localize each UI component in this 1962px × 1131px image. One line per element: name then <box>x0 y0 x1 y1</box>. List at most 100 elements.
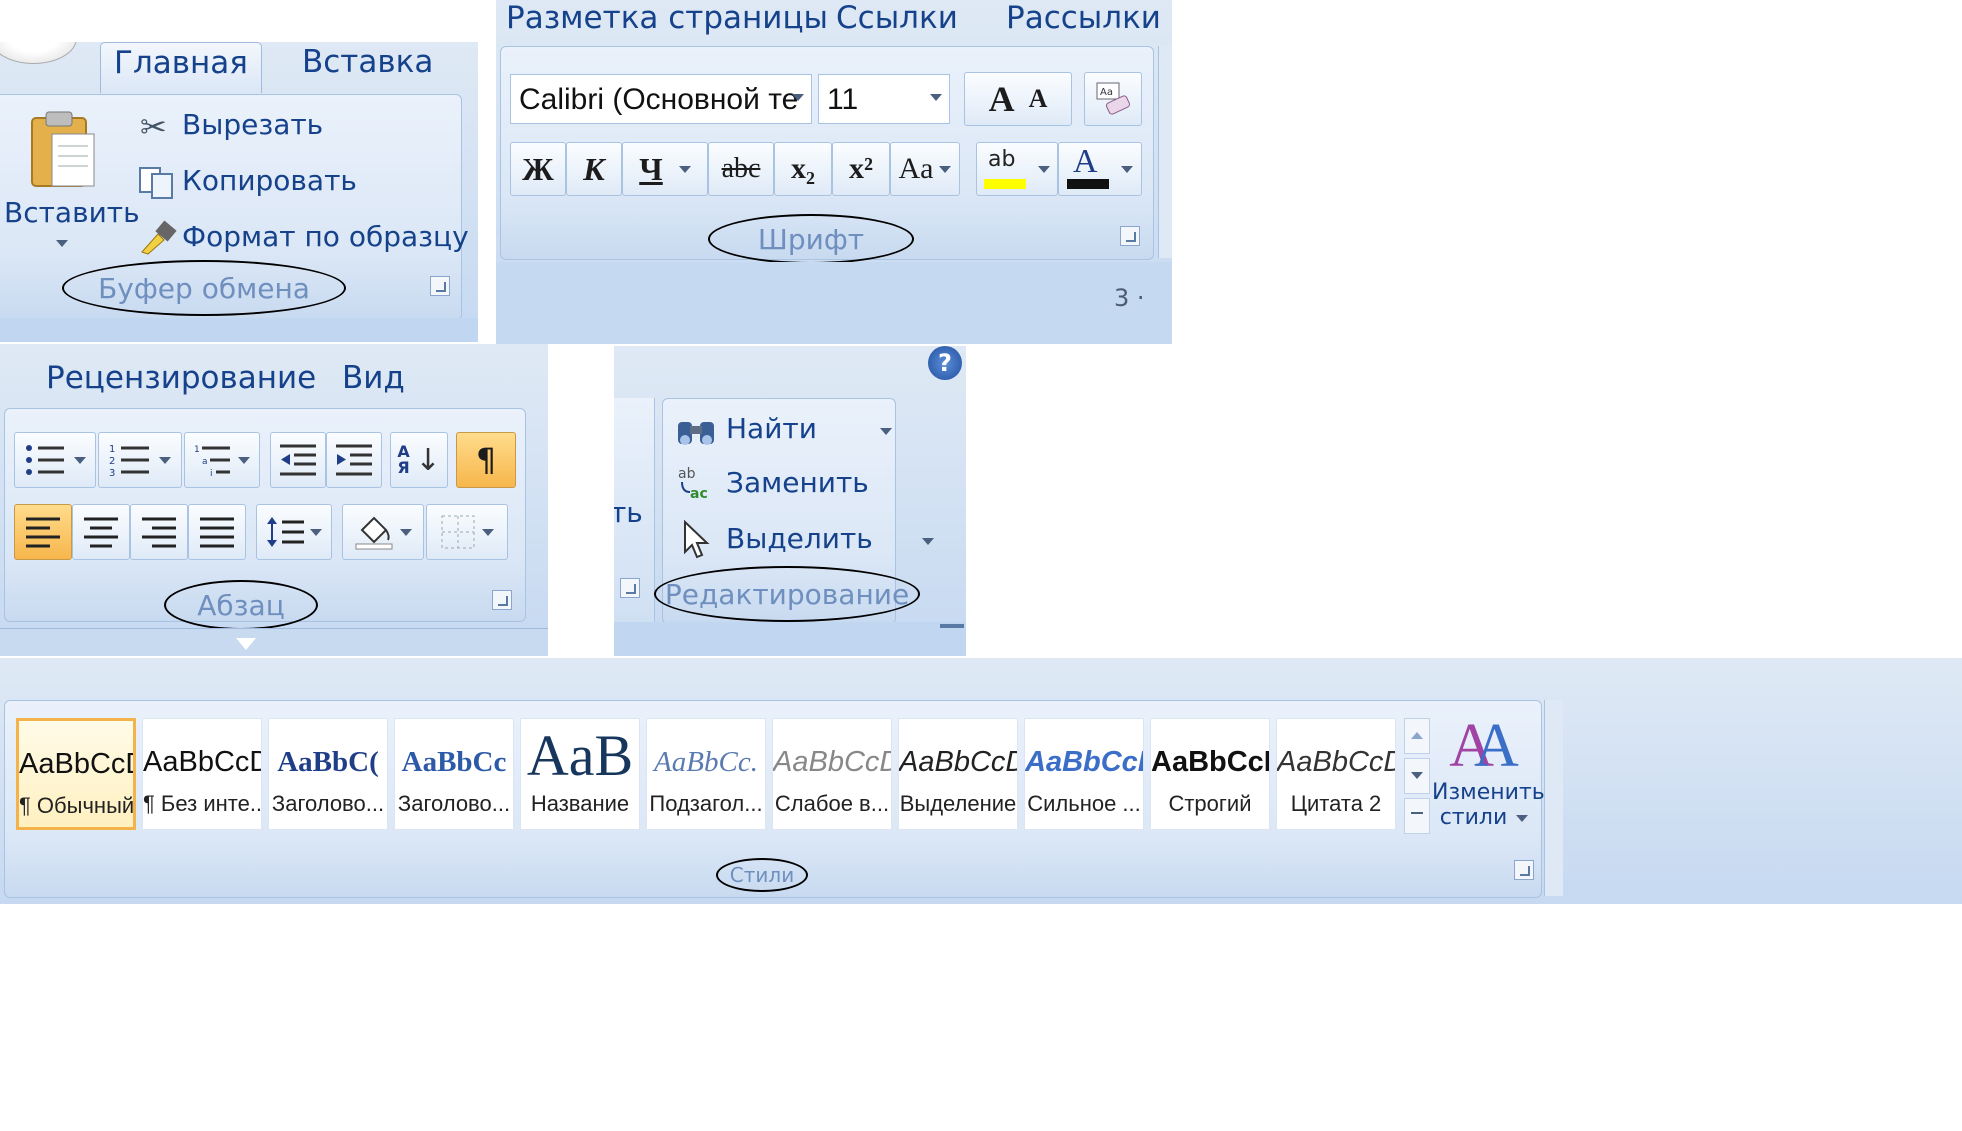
clipboard-dialog-launcher[interactable] <box>430 276 450 296</box>
select-label: Выделить <box>726 522 873 555</box>
style-tile[interactable]: AaBbCcDı Выделение <box>898 718 1018 830</box>
tab-review[interactable]: Рецензирование <box>46 360 316 396</box>
underline-dropdown-icon[interactable] <box>678 165 691 173</box>
font-size-value: 11 <box>827 83 859 116</box>
style-tile[interactable]: AaB Название <box>520 718 640 830</box>
styles-scroll-up-button[interactable] <box>1404 718 1430 754</box>
shading-button[interactable] <box>342 504 424 560</box>
decrease-indent-button[interactable] <box>270 432 326 488</box>
styles-more-button[interactable] <box>1404 798 1430 834</box>
style-tile[interactable]: AaBbCcDı Цитата 2 <box>1276 718 1396 830</box>
numbering-dropdown-icon[interactable] <box>159 456 171 464</box>
multilevel-list-button[interactable]: 1ai <box>184 432 260 488</box>
binoculars-icon <box>676 412 716 448</box>
clipboard-bottom-strip <box>0 318 478 342</box>
grow-font-button[interactable]: A A <box>964 72 1072 126</box>
style-sample: AaB <box>526 727 634 785</box>
tab-references[interactable]: Ссылки <box>836 0 958 36</box>
font-size-dropdown-icon[interactable] <box>930 94 942 101</box>
clear-formatting-button[interactable]: Aa <box>1084 72 1142 126</box>
borders-icon <box>440 514 476 550</box>
underline-button[interactable]: Ч <box>622 142 708 196</box>
ruler-indent-marker[interactable] <box>236 638 256 650</box>
style-tile[interactable]: AaBbCcDc ¶ Обычный <box>16 718 136 830</box>
find-button[interactable]: Найти <box>674 408 892 454</box>
italic-button[interactable]: К <box>566 142 622 196</box>
highlight-dropdown-icon[interactable] <box>1038 165 1050 173</box>
sort-button[interactable]: АЯ ↓ <box>390 432 448 488</box>
highlight-button[interactable]: ab <box>976 142 1058 196</box>
select-dropdown-icon[interactable] <box>922 538 934 545</box>
style-tile[interactable]: AaBbCc. Подзагол... <box>646 718 766 830</box>
paste-button[interactable]: Вставить <box>0 104 140 254</box>
tab-insert[interactable]: Вставка <box>302 44 433 80</box>
font-color-dropdown-icon[interactable] <box>1121 165 1133 173</box>
replace-label: Заменить <box>726 466 869 499</box>
style-tile[interactable]: AaBbCc Заголово... <box>394 718 514 830</box>
change-case-button[interactable]: Aa <box>890 142 960 196</box>
replace-button[interactable]: ab ac Заменить <box>674 462 884 508</box>
previous-group-dialog-launcher[interactable] <box>620 578 640 598</box>
style-name: Сильное ... <box>1027 791 1141 816</box>
change-case-dropdown-icon[interactable] <box>939 165 952 173</box>
borders-dropdown-icon[interactable] <box>482 528 494 536</box>
strikethrough-button[interactable]: abc <box>708 142 774 196</box>
bullets-dropdown-icon[interactable] <box>74 456 86 464</box>
cursor-arrow-icon <box>682 520 710 560</box>
font-name-combo[interactable]: Calibri (Основной те <box>510 74 812 124</box>
align-center-button[interactable] <box>72 504 130 560</box>
clipboard-group-label-text: Буфер обмена <box>98 271 310 305</box>
superscript-button[interactable]: x² <box>832 142 890 196</box>
style-tile[interactable]: AaBbC(Заголово... <box>268 718 388 830</box>
find-dropdown-icon[interactable] <box>880 428 892 435</box>
sort-arrow-icon: ↓ <box>415 442 441 478</box>
line-spacing-dropdown-icon[interactable] <box>310 528 322 536</box>
increase-indent-button[interactable] <box>326 432 382 488</box>
select-button[interactable]: Выделить <box>674 518 934 564</box>
justify-button[interactable] <box>188 504 246 560</box>
shading-dropdown-icon[interactable] <box>400 528 412 536</box>
font-name-dropdown-icon[interactable] <box>792 94 804 101</box>
tab-home[interactable]: Главная <box>100 42 262 93</box>
office-button[interactable] <box>0 42 77 64</box>
svg-text:i: i <box>210 469 213 478</box>
minimize-ribbon-mark[interactable] <box>940 624 964 628</box>
style-tile[interactable]: AaBbCcDı Сильное ... <box>1024 718 1144 830</box>
style-tile[interactable]: AaBbCcDı Слабое в... <box>772 718 892 830</box>
change-styles-button[interactable]: AA Изменить стили <box>1432 712 1545 848</box>
bullets-icon <box>24 442 68 478</box>
tab-view[interactable]: Вид <box>342 360 405 396</box>
multilevel-dropdown-icon[interactable] <box>238 456 250 464</box>
brush-icon <box>138 220 178 256</box>
bold-button[interactable]: Ж <box>510 142 566 196</box>
format-painter-button[interactable]: Формат по образцу <box>138 216 469 262</box>
tab-home-label: Главная <box>114 45 248 81</box>
paint-bucket-icon <box>354 514 394 550</box>
numbering-button[interactable]: 123 <box>98 432 182 488</box>
shrink-font-icon: A <box>1028 84 1048 113</box>
style-tile[interactable]: AaBbCcDc Строгий <box>1150 718 1270 830</box>
style-name: Заголово... <box>271 791 385 816</box>
style-sample: AaBbCcDı <box>773 746 891 778</box>
line-spacing-button[interactable] <box>256 504 332 560</box>
borders-button[interactable] <box>426 504 508 560</box>
font-dialog-launcher[interactable] <box>1120 226 1140 246</box>
align-right-button[interactable] <box>130 504 188 560</box>
styles-dialog-launcher[interactable] <box>1514 860 1534 880</box>
paragraph-dialog-launcher[interactable] <box>492 590 512 610</box>
show-formatting-marks-button[interactable]: ¶ <box>456 432 516 488</box>
font-color-glyph: A <box>1073 143 1098 180</box>
styles-scroll-down-button[interactable] <box>1404 758 1430 794</box>
font-color-button[interactable]: A <box>1058 142 1142 196</box>
bullets-button[interactable] <box>14 432 96 488</box>
copy-button[interactable]: Копировать <box>138 160 458 206</box>
align-left-button[interactable] <box>14 504 72 560</box>
style-sample: AaBbCcDı <box>1025 746 1143 778</box>
subscript-button[interactable]: x₂ <box>774 142 832 196</box>
tab-page-layout[interactable]: Разметка страницы <box>506 0 828 36</box>
help-button[interactable]: ? <box>928 346 962 380</box>
cut-button[interactable]: ✂ Вырезать <box>138 104 458 150</box>
style-tile[interactable]: AaBbCcDc ¶ Без инте... <box>142 718 262 830</box>
change-styles-icon: AA <box>1449 712 1519 780</box>
tab-mailings[interactable]: Рассылки <box>1006 0 1161 36</box>
